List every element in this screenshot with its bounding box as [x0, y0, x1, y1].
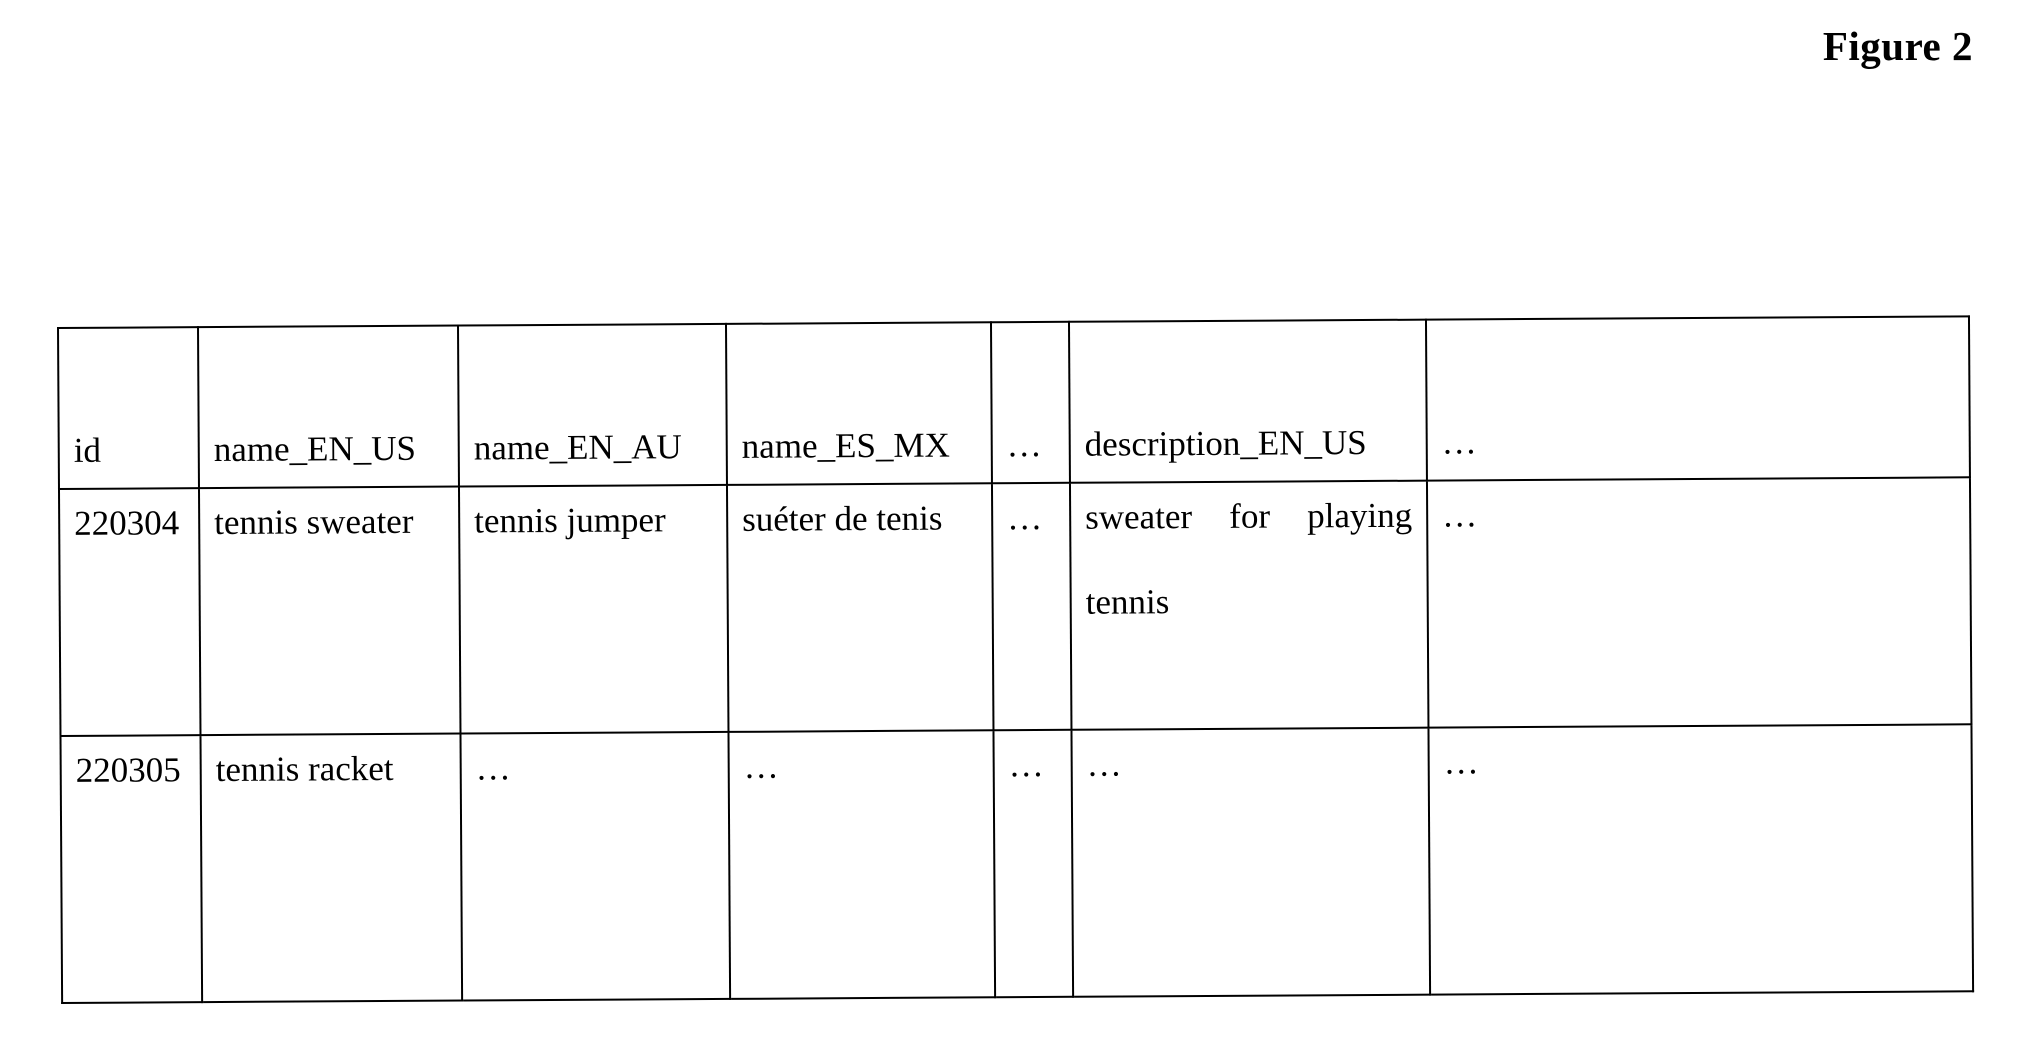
figure-table-container: id name_EN_US name_EN_AU name_ES_MX … de…: [57, 315, 1974, 1003]
cell-description-en-us: …: [1071, 727, 1431, 997]
column-header-id: id: [58, 327, 199, 489]
cell-name-es-mx: …: [728, 730, 996, 999]
cell-more-descriptions: …: [1426, 477, 1972, 728]
cell-id: 220304: [58, 488, 201, 736]
column-header-more-names: …: [990, 321, 1070, 484]
cell-description-en-us: sweater for playing tennis: [1069, 480, 1429, 730]
table-row: 220304 tennis sweater tennis jumper suét…: [58, 477, 1972, 736]
product-localization-table: id name_EN_US name_EN_AU name_ES_MX … de…: [57, 315, 1974, 1004]
cell-description-line-1: sweater for playing: [1085, 495, 1413, 537]
cell-name-en-au: …: [460, 731, 731, 1001]
cell-name-en-us: tennis sweater: [198, 486, 461, 736]
cell-name-en-us: tennis racket: [200, 733, 463, 1003]
table-header-row: id name_EN_US name_EN_AU name_ES_MX … de…: [58, 316, 1970, 489]
figure-caption: Figure 2: [1822, 23, 1973, 69]
table-row: 220305 tennis racket … … … … …: [60, 724, 1974, 1003]
cell-description-line-2: tennis: [1085, 581, 1170, 622]
column-header-description-en-us: description_EN_US: [1068, 319, 1427, 483]
cell-more-descriptions: …: [1428, 724, 1974, 995]
cell-more-names: …: [993, 729, 1074, 998]
cell-name-es-mx: suéter de tenis: [726, 483, 994, 732]
column-header-more-descriptions: …: [1425, 316, 1970, 481]
cell-id: 220305: [60, 735, 203, 1003]
column-header-name-en-au: name_EN_AU: [457, 323, 727, 487]
column-header-name-es-mx: name_ES_MX: [725, 322, 992, 485]
cell-name-en-au: tennis jumper: [458, 484, 729, 734]
cell-more-names: …: [991, 482, 1072, 731]
column-header-name-en-us: name_EN_US: [198, 325, 459, 489]
